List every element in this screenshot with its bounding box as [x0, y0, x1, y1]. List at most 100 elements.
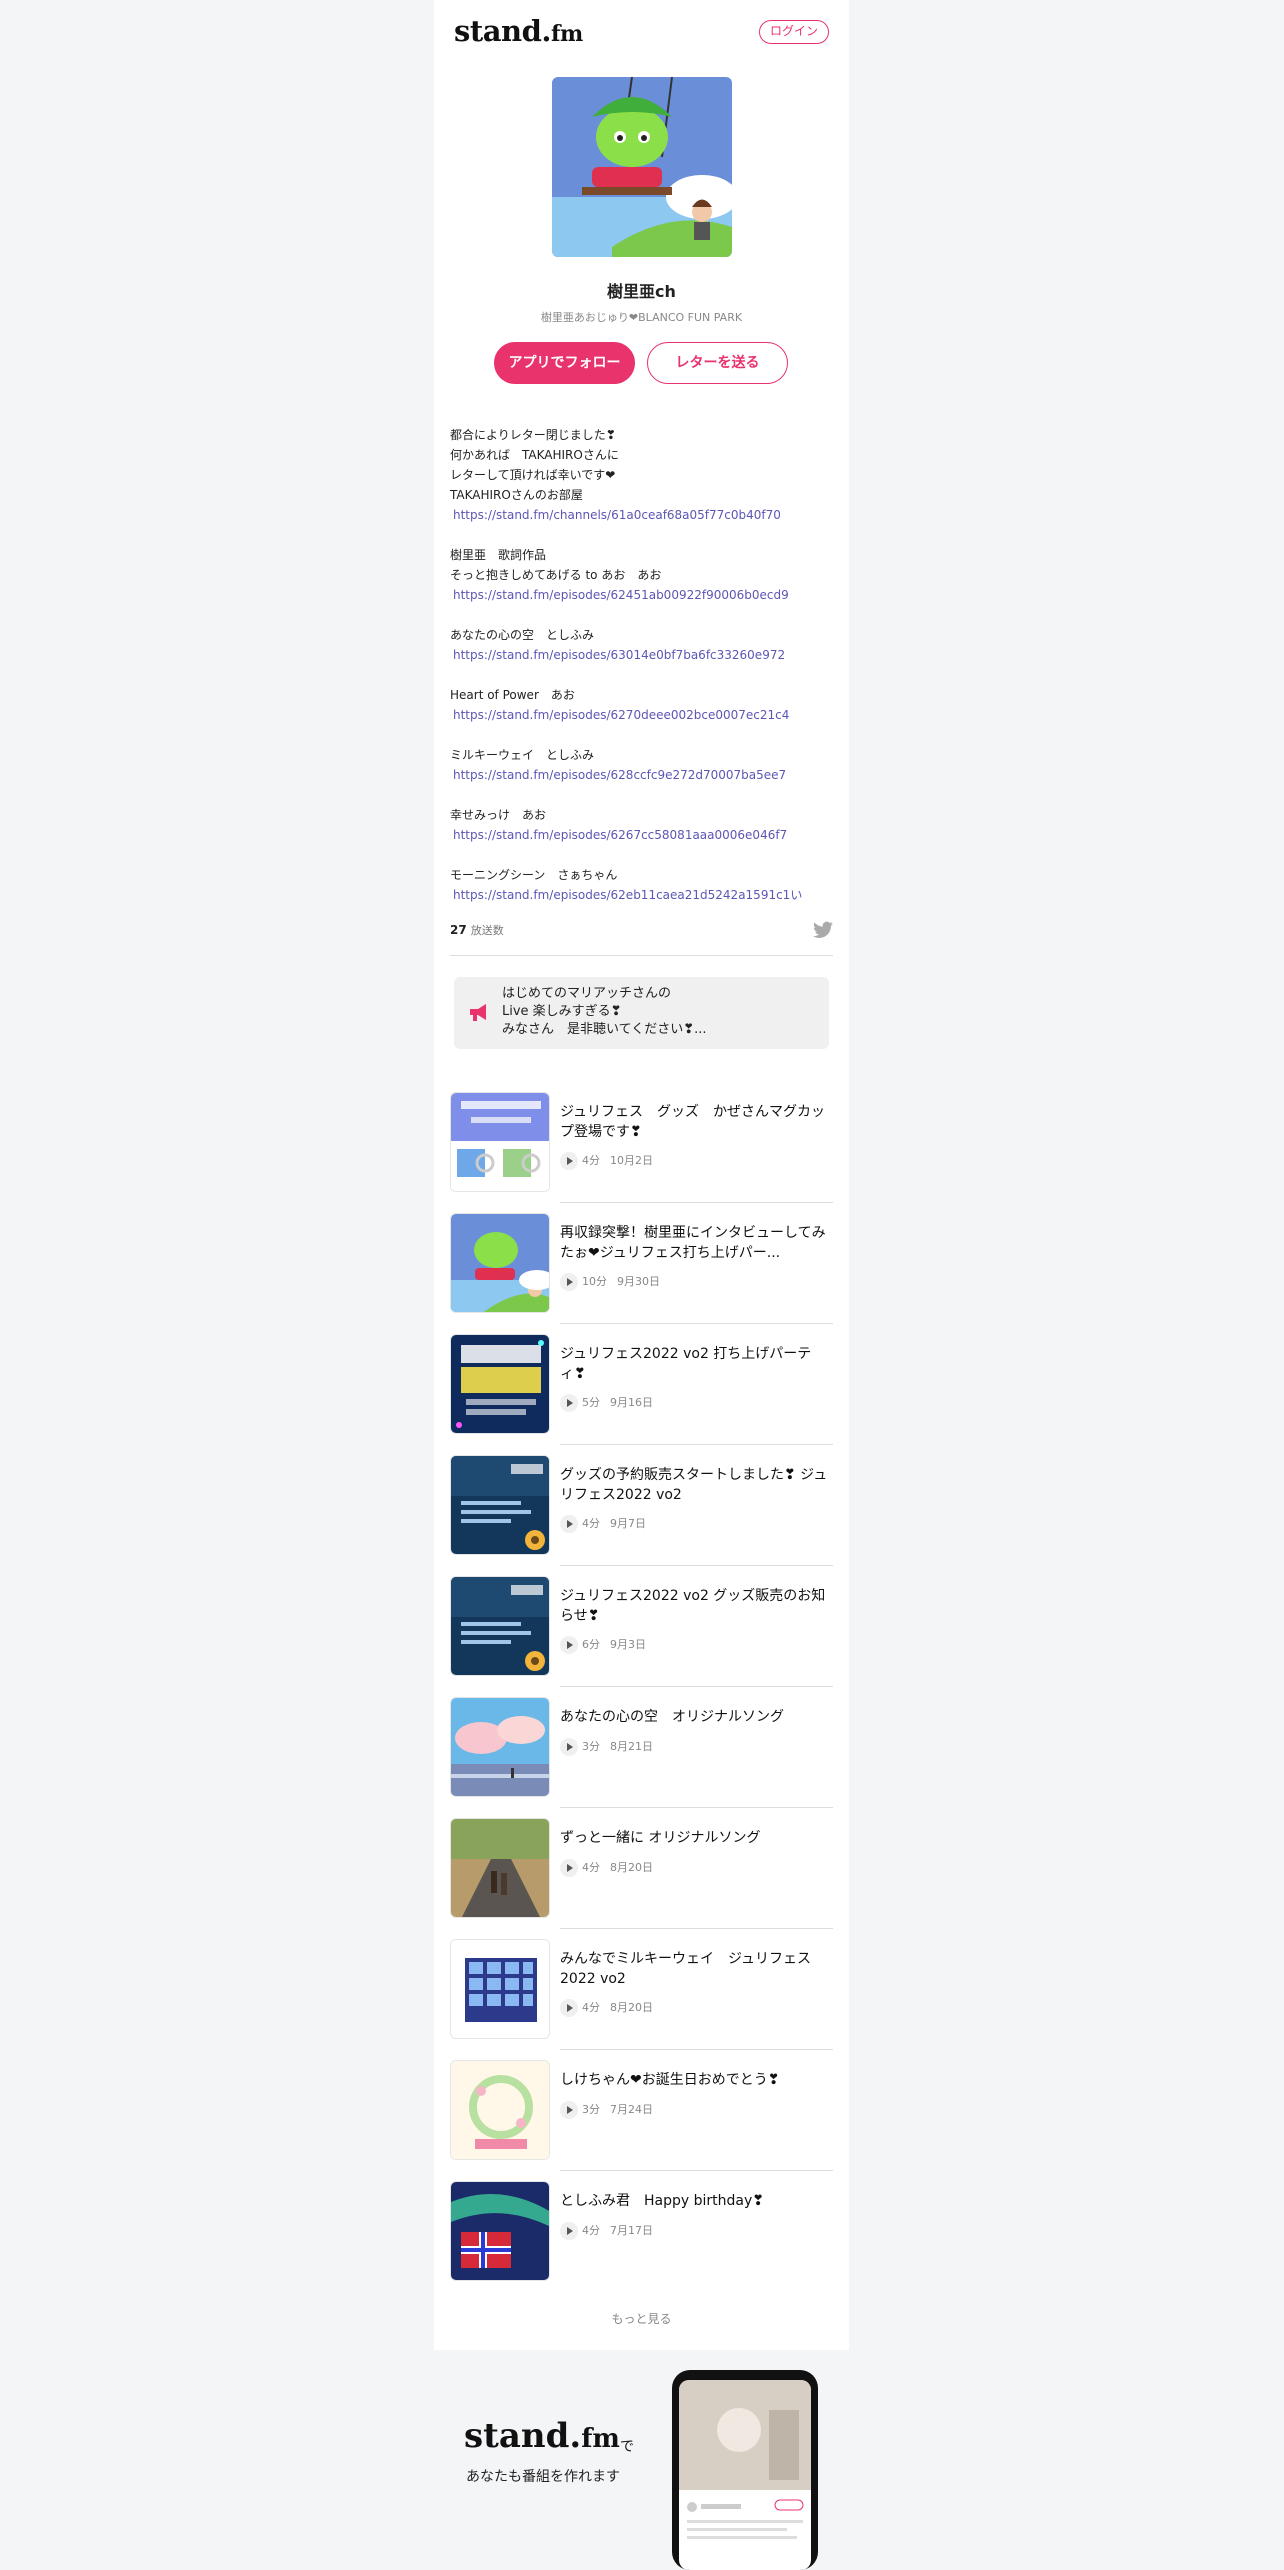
episode-thumbnail[interactable] — [450, 1092, 550, 1192]
play-icon[interactable] — [560, 1152, 578, 1170]
episode-item[interactable]: みんなでミルキーウェイ ジュリフェス2022 vo2 4分 8月20日 — [450, 1939, 833, 2060]
episode-meta: 3分 7月24日 — [560, 2101, 653, 2119]
episode-meta: 6分 9月3日 — [560, 1636, 646, 1654]
phone-mockup — [672, 2370, 818, 2570]
channel-subtitle: 樹里亜あおじゅり❤BLANCO FUN PARK — [540, 311, 743, 324]
episode-item[interactable]: としふみ君 Happy birthday❣ 4分 7月17日 — [450, 2181, 833, 2302]
login-button[interactable]: ログイン — [758, 20, 829, 44]
send-letter-button[interactable]: レターを送る — [647, 342, 788, 384]
description-line: レターして頂ければ幸いです❤ — [450, 468, 616, 482]
episode-title[interactable]: しけちゃん❤お誕生日おめでとう❣ — [560, 2070, 833, 2090]
description-line: Heart of Power あお — [450, 688, 575, 702]
episode-date: 7月24日 — [610, 2103, 653, 2116]
play-icon[interactable] — [560, 2101, 578, 2119]
episode-meta: 5分 9月16日 — [560, 1394, 653, 1412]
episode-duration: 3分 — [582, 2103, 600, 2116]
description-link[interactable]: https://stand.fm/episodes/62451ab00922f9… — [450, 585, 835, 605]
channel-name: 樹里亜ch — [607, 282, 676, 301]
episode-thumbnail[interactable] — [450, 2181, 550, 2281]
episode-thumbnail[interactable] — [450, 1939, 550, 2039]
live-announcement[interactable]: はじめてのマリアッチさんの Live 楽しみすぎる❣ みなさん 是非聴いてください❣… — [454, 977, 829, 1049]
episode-title[interactable]: ジュリフェス2022 vo2 打ち上げパーティ❣ — [560, 1344, 833, 1384]
episode-count: 27 放送数 — [450, 923, 504, 937]
episode-duration: 10分 — [582, 1275, 607, 1288]
episode-date: 7月17日 — [610, 2224, 653, 2237]
episode-thumbnail[interactable] — [450, 1576, 550, 1676]
episode-title[interactable]: あなたの心の空 オリジナルソング — [560, 1707, 833, 1727]
header: stand.fm ログイン — [434, 0, 849, 62]
episode-meta: 4分 10月2日 — [560, 1152, 653, 1170]
episode-duration: 4分 — [582, 1517, 600, 1530]
description-gap — [450, 845, 835, 865]
episode-date: 9月30日 — [617, 1275, 660, 1288]
episode-title[interactable]: ジュリフェス グッズ かぜさんマグカップ登場です❣ — [560, 1102, 833, 1142]
show-more-link[interactable]: もっと見る — [434, 2310, 849, 2327]
play-icon[interactable] — [560, 1515, 578, 1533]
play-icon[interactable] — [560, 1999, 578, 2017]
description-link[interactable]: https://stand.fm/episodes/63014e0bf7ba6f… — [450, 645, 835, 665]
episode-divider — [560, 1686, 833, 1687]
episode-date: 8月20日 — [610, 1861, 653, 1874]
description-gap — [450, 725, 835, 745]
episode-item[interactable]: ジュリフェス2022 vo2 グッズ販売のお知らせ❣ 6分 9月3日 — [450, 1576, 833, 1697]
description-gap — [450, 785, 835, 805]
episode-title[interactable]: 再収録突撃！樹里亜にインタビューしてみたぉ❤ジュリフェス打ち上げパー... — [560, 1223, 833, 1263]
episode-title[interactable]: としふみ君 Happy birthday❣ — [560, 2191, 833, 2211]
episode-item[interactable]: しけちゃん❤お誕生日おめでとう❣ 3分 7月24日 — [450, 2060, 833, 2181]
play-icon[interactable] — [560, 2222, 578, 2240]
follow-in-app-button[interactable]: アプリでフォロー — [494, 342, 635, 384]
episode-duration: 6分 — [582, 1638, 600, 1651]
twitter-icon[interactable] — [813, 921, 833, 939]
episode-title[interactable]: みんなでミルキーウェイ ジュリフェス2022 vo2 — [560, 1949, 833, 1989]
episode-thumbnail[interactable] — [450, 2060, 550, 2160]
description-line: 幸せみっけ あお — [450, 808, 547, 822]
description-link[interactable]: https://stand.fm/episodes/628ccfc9e272d7… — [450, 765, 835, 785]
episode-title[interactable]: グッズの予約販売スタートしました❣ ジュリフェス2022 vo2 — [560, 1465, 833, 1505]
episode-date: 8月20日 — [610, 2001, 653, 2014]
footer-de: で — [620, 2439, 634, 2455]
episode-divider — [560, 1928, 833, 1929]
episode-thumbnail[interactable] — [450, 1455, 550, 1555]
stand-fm-logo[interactable]: stand.fm — [454, 14, 583, 48]
description-link[interactable]: https://stand.fm/channels/61a0ceaf68a05f… — [450, 505, 835, 525]
description-line: TAKAHIROさんのお部屋 — [450, 488, 583, 502]
episode-divider — [560, 1565, 833, 1566]
footer-tagline: あなたも番組を作れます — [466, 2469, 620, 2485]
episode-item[interactable]: ジュリフェス2022 vo2 打ち上げパーティ❣ 5分 9月16日 — [450, 1334, 833, 1455]
episode-duration: 4分 — [582, 2224, 600, 2237]
page: stand.fm ログイン 樹里亜ch 樹里亜あおじゅり❤BLANCO FUN … — [434, 0, 849, 2560]
play-icon[interactable] — [560, 1859, 578, 1877]
episode-duration: 4分 — [582, 2001, 600, 2014]
episode-meta: 4分 8月20日 — [560, 1999, 653, 2017]
episode-meta: 3分 8月21日 — [560, 1738, 653, 1756]
episode-item[interactable]: あなたの心の空 オリジナルソング 3分 8月21日 — [450, 1697, 833, 1818]
episode-meta: 10分 9月30日 — [560, 1273, 660, 1291]
episode-thumbnail[interactable] — [450, 1213, 550, 1313]
episode-meta: 4分 7月17日 — [560, 2222, 653, 2240]
description-line: 樹里亜 歌詞作品 — [450, 548, 547, 562]
description-link[interactable]: https://stand.fm/episodes/62eb11caea21d5… — [450, 885, 835, 905]
description-link[interactable]: https://stand.fm/episodes/6270deee002bce… — [450, 705, 835, 725]
episode-item[interactable]: ジュリフェス グッズ かぜさんマグカップ登場です❣ 4分 10月2日 — [450, 1092, 833, 1213]
episode-thumbnail[interactable] — [450, 1818, 550, 1918]
episode-item[interactable]: ずっと一緒に オリジナルソング 4分 8月20日 — [450, 1818, 833, 1939]
play-icon[interactable] — [560, 1636, 578, 1654]
play-icon[interactable] — [560, 1738, 578, 1756]
episode-duration: 5分 — [582, 1396, 600, 1409]
channel-avatar — [552, 77, 732, 257]
play-icon[interactable] — [560, 1273, 578, 1291]
episode-thumbnail[interactable] — [450, 1697, 550, 1797]
play-icon[interactable] — [560, 1394, 578, 1412]
episode-duration: 3分 — [582, 1740, 600, 1753]
episode-divider — [560, 1323, 833, 1324]
episode-title[interactable]: ずっと一緒に オリジナルソング — [560, 1828, 833, 1848]
episode-item[interactable]: グッズの予約販売スタートしました❣ ジュリフェス2022 vo2 4分 9月7日 — [450, 1455, 833, 1576]
episode-thumbnail[interactable] — [450, 1334, 550, 1434]
live-announcement-text: はじめてのマリアッチさんの Live 楽しみすぎる❣ みなさん 是非聴いてください❣… — [502, 986, 707, 1037]
description-line: ミルキーウェイ としふみ — [450, 748, 595, 762]
episode-title[interactable]: ジュリフェス2022 vo2 グッズ販売のお知らせ❣ — [560, 1586, 833, 1626]
description-link[interactable]: https://stand.fm/episodes/6267cc58081aaa… — [450, 825, 835, 845]
footer-logo: stand.fm — [464, 2416, 620, 2456]
episode-item[interactable]: 再収録突撃！樹里亜にインタビューしてみたぉ❤ジュリフェス打ち上げパー... 10分… — [450, 1213, 833, 1334]
description-line: そっと抱きしめてあげる to あお あお — [450, 568, 662, 582]
